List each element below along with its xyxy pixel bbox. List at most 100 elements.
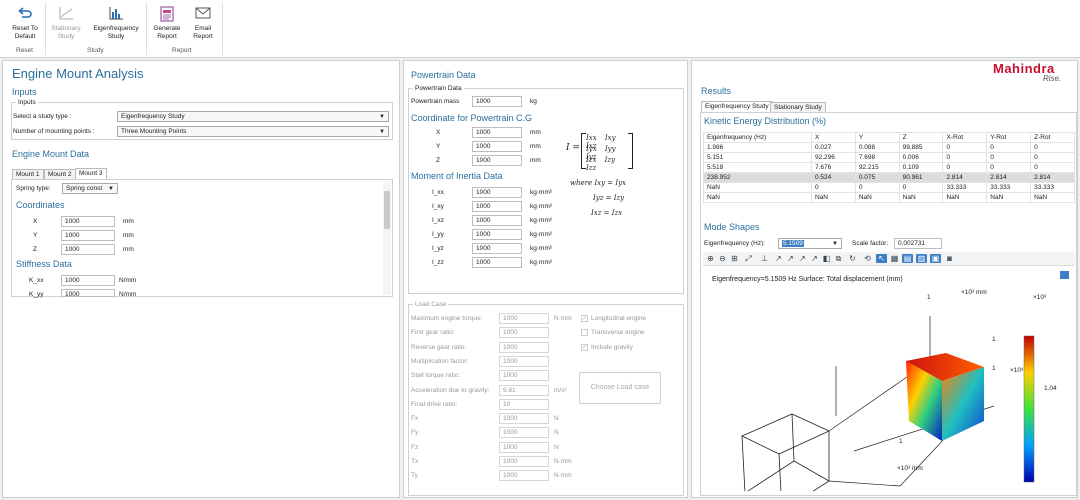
study-type-select[interactable]: Eigenfrequency Study ▼: [117, 111, 389, 122]
cg-x-unit: mm: [530, 129, 541, 136]
stiffness-heading: Stiffness Data: [16, 259, 72, 269]
table-row[interactable]: 1.986 0.027 0.088 99.885 0 0 0: [703, 142, 1075, 153]
mode-shape-plot[interactable]: [732, 291, 1072, 491]
table-row[interactable]: 5.518 7.676 92.215 0.109 0 0 0: [703, 162, 1075, 173]
ke-cell: 33.333: [986, 182, 1032, 193]
ke-heading: Kinetic Energy Distribution (%): [704, 116, 827, 126]
moi-input[interactable]: 1000: [472, 229, 522, 240]
transparency-icon[interactable]: ▣: [930, 254, 941, 263]
choose-load-case-button[interactable]: Choose Load case: [579, 372, 661, 404]
load-case-group-label: Load Case: [413, 301, 449, 308]
load-case-label: Ty: [411, 472, 418, 480]
surface-icon[interactable]: ▥: [916, 254, 927, 263]
load-case-input[interactable]: 1000: [499, 370, 549, 382]
load-case-input[interactable]: 9.81: [499, 384, 549, 396]
moi-input[interactable]: 1000: [472, 201, 522, 212]
coord-x-input[interactable]: 1000: [61, 216, 115, 227]
table-row[interactable]: NaN NaN NaN NaN NaN NaN NaN: [703, 192, 1075, 203]
coord-y-input[interactable]: 1000: [61, 230, 115, 241]
load-case-input[interactable]: 10: [499, 398, 549, 410]
ke-column-header[interactable]: X: [810, 132, 856, 143]
group-label-reset: Reset: [16, 47, 33, 54]
kxx-input[interactable]: 1000: [61, 275, 115, 286]
chevron-down-icon: ▼: [108, 186, 114, 192]
email-report-button[interactable]: Email Report: [188, 6, 218, 41]
view-3d-icon[interactable]: ↗: [809, 254, 820, 263]
grid-icon[interactable]: ▦: [889, 254, 900, 263]
mass-input[interactable]: 1000: [472, 96, 522, 107]
ke-column-header[interactable]: Eigenfrequency (Hz): [703, 132, 812, 143]
spring-type-select[interactable]: Spring const ▼: [62, 183, 118, 194]
mount-points-select[interactable]: Three Mounting Points ▼: [117, 126, 389, 137]
left-panel: Engine Mount Analysis Inputs Inputs Sele…: [2, 60, 400, 498]
moi-input[interactable]: 1000: [472, 257, 522, 268]
symmetry-eq-3: Ixz = Izx: [591, 209, 623, 217]
load-case-label: Reverse gear ratio:: [411, 343, 467, 351]
checkbox-label: Longitudnal engine: [591, 315, 646, 322]
checkbox[interactable]: ✓: [581, 343, 588, 351]
eigenfrequency-select[interactable]: 5.1509 ▼: [778, 238, 842, 249]
zoom-in-icon[interactable]: ⊕: [705, 254, 716, 263]
wireframe-icon[interactable]: ▤: [902, 254, 913, 263]
table-row[interactable]: 238.952 0.524 0.075 90.961 2.814 2.814 2.814: [703, 172, 1075, 183]
views-icon[interactable]: ⊥: [759, 254, 770, 263]
view-yz-icon[interactable]: ↗: [785, 254, 796, 263]
reset-view-icon[interactable]: ⟲: [862, 254, 873, 263]
load-case-input[interactable]: 1000: [499, 470, 549, 482]
checkbox[interactable]: ✓: [581, 315, 588, 322]
scrollbar[interactable]: [383, 181, 391, 295]
load-case-input[interactable]: 1000: [499, 341, 549, 353]
coord-y-label: Y: [33, 232, 38, 239]
ke-column-header[interactable]: X-Rot: [942, 132, 988, 143]
ke-cell: 92.296: [810, 152, 856, 163]
rotate-icon[interactable]: ↻: [847, 254, 858, 263]
ke-cell: NaN: [810, 192, 856, 203]
export-icon[interactable]: [1060, 271, 1069, 279]
table-row[interactable]: NaN 0 0 0 33.333 33.333 33.333: [703, 182, 1075, 193]
ke-cell: 0: [986, 142, 1032, 153]
select-icon[interactable]: ↖: [876, 254, 887, 263]
perspective-icon[interactable]: ⧉: [833, 254, 844, 264]
ke-cell: 33.333: [942, 182, 988, 193]
ke-cell: 0: [986, 162, 1032, 173]
table-row[interactable]: 5.151 92.296 7.698 0.006 0 0 0: [703, 152, 1075, 163]
view-zx-icon[interactable]: ↗: [797, 254, 808, 263]
cg-y-label: Y: [436, 143, 441, 150]
eigenfrequency-study-button[interactable]: Eigenfrequency Study: [90, 6, 142, 41]
kyy-input[interactable]: 1000: [61, 289, 115, 297]
generate-report-button[interactable]: Generate Report: [150, 6, 184, 41]
cg-y-input[interactable]: 1000: [472, 141, 522, 152]
view-xy-icon[interactable]: ↗: [773, 254, 784, 263]
load-case-input[interactable]: 1000: [499, 413, 549, 425]
moi-input[interactable]: 1000: [472, 243, 522, 254]
camera-icon[interactable]: ◙: [944, 254, 955, 263]
moi-input[interactable]: 1000: [472, 215, 522, 226]
reset-to-default-button[interactable]: Reset To Default: [8, 6, 42, 41]
load-case-input[interactable]: 1000: [499, 441, 549, 453]
cg-x-input[interactable]: 1000: [472, 127, 522, 138]
ke-column-header[interactable]: Y: [854, 132, 900, 143]
scrollbar-thumb[interactable]: [384, 191, 390, 229]
moi-input[interactable]: 1000: [472, 187, 522, 198]
coord-z-input[interactable]: 1000: [61, 244, 115, 255]
load-case-input[interactable]: 1000: [499, 427, 549, 439]
moi-unit: kg·mm²: [530, 259, 553, 266]
matrix-cell: Izy: [604, 156, 616, 164]
ke-cell: 0.006: [898, 152, 944, 163]
load-case-input[interactable]: 1000: [499, 456, 549, 467]
camera-view-icon[interactable]: ◧: [821, 254, 832, 263]
ke-column-header[interactable]: Z-Rot: [1030, 132, 1075, 143]
checkbox[interactable]: [581, 329, 588, 337]
zoom-out-icon[interactable]: ⊖: [717, 254, 728, 263]
moi-unit: kg·mm²: [530, 231, 553, 238]
scale-factor-input[interactable]: 0.002731: [894, 238, 942, 249]
load-case-input[interactable]: 1000: [499, 327, 549, 339]
load-case-input[interactable]: 1000: [499, 355, 549, 367]
ke-column-header[interactable]: Z: [898, 132, 944, 143]
zoom-extents-icon[interactable]: ⤢: [743, 254, 754, 264]
ke-column-header[interactable]: Y-Rot: [986, 132, 1032, 143]
zoom-box-icon[interactable]: ⊞: [729, 254, 740, 263]
stationary-study-button[interactable]: Stationary Study: [48, 6, 84, 41]
cg-z-input[interactable]: 1000: [472, 155, 522, 166]
load-case-input[interactable]: 1000: [499, 313, 549, 324]
